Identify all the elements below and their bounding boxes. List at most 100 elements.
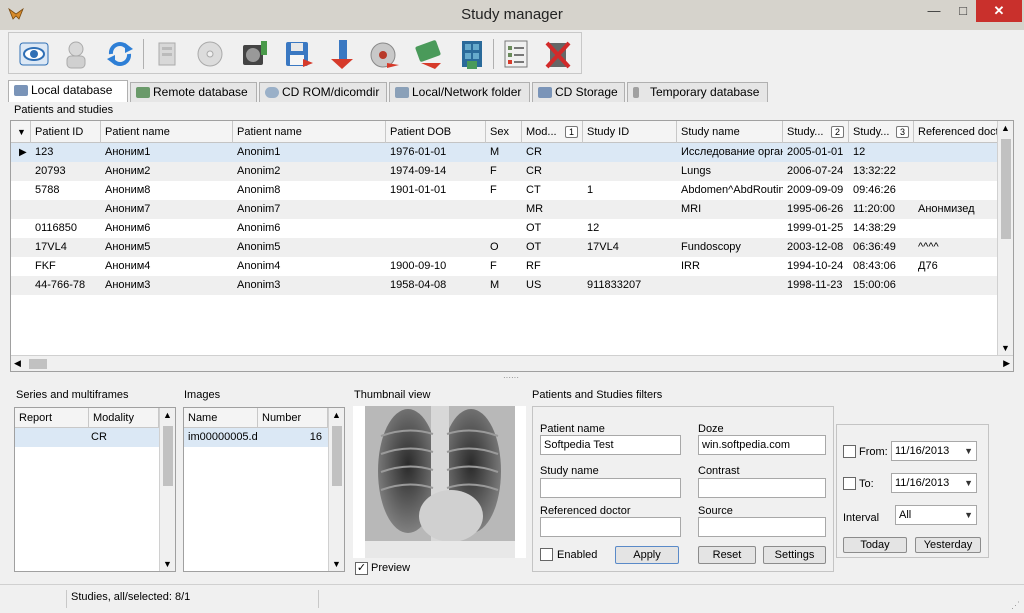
table-row[interactable]: 44-766-78 Аноним3 Anonim3 1958-04-08 M U… (11, 276, 999, 295)
to-checkbox[interactable] (843, 477, 856, 490)
from-date-picker[interactable]: 11/16/2013 ▼ (891, 441, 977, 461)
column-header[interactable]: Sex (486, 121, 522, 143)
scroll-left-icon[interactable]: ◀ (14, 358, 21, 369)
export-cd-button[interactable] (367, 37, 401, 71)
column-header[interactable]: Report (15, 408, 89, 428)
burn-cd-button[interactable] (237, 37, 271, 71)
patient-name-input[interactable]: Softpedia Test (540, 435, 681, 455)
grid-header: ▼ Patient ID Patient name Patient name P… (11, 121, 999, 143)
column-header[interactable]: Modality (89, 408, 159, 428)
contrast-input[interactable] (698, 478, 826, 498)
yesterday-button[interactable]: Yesterday (915, 537, 981, 553)
import-button[interactable] (151, 37, 185, 71)
scroll-down-icon[interactable]: ▼ (163, 559, 172, 569)
date-filter-group: From: 11/16/2013 ▼ To: 11/16/2013 ▼ Interv… (836, 424, 989, 558)
scrollbar-thumb[interactable] (29, 359, 47, 369)
table-cell: Anonim3 (237, 279, 281, 291)
table-cell: CR (526, 146, 542, 158)
minimize-button[interactable]: — (919, 0, 949, 22)
settings-list-button[interactable] (499, 37, 533, 71)
tab-cd-rom[interactable]: CD ROM/dicomdir (259, 82, 387, 102)
cd-button[interactable] (193, 37, 227, 71)
anonymize-button[interactable] (59, 37, 93, 71)
table-cell: MRI (681, 203, 702, 215)
grid-horizontal-scrollbar[interactable]: ◀ ▶ (11, 355, 1013, 371)
database-export-button[interactable] (455, 37, 489, 71)
tab-remote-database[interactable]: Remote database (130, 82, 257, 102)
delete-button[interactable] (541, 37, 575, 71)
patients-section-label: Patients and studies (14, 104, 114, 116)
series-scrollbar[interactable]: ▲ ▼ (159, 408, 175, 571)
preview-checkbox[interactable]: ✓ (355, 562, 368, 575)
scroll-up-icon[interactable]: ▲ (332, 410, 341, 420)
table-row[interactable]: 20793 Аноним2 Anonim2 1974-09-14 F CR Lu… (11, 162, 999, 181)
grid-vertical-scrollbar[interactable]: ▲ ▼ (997, 121, 1013, 355)
interval-select[interactable]: All ▼ (895, 505, 977, 525)
table-cell: 11:20:00 (853, 203, 896, 215)
table-cell: F (490, 260, 497, 272)
today-button[interactable]: Today (843, 537, 907, 553)
column-header[interactable]: Study... 3 (849, 121, 914, 143)
tab-temporary-database[interactable]: Temporary database (627, 82, 768, 102)
thumbnail-view[interactable] (353, 406, 526, 558)
column-header[interactable]: Patient name (101, 121, 233, 143)
column-header[interactable]: Patient DOB (386, 121, 486, 143)
tab-local-database[interactable]: Local database (8, 80, 128, 102)
table-row[interactable]: 17VL4 Аноним5 Anonim5 O OT 17VL4 Fundosc… (11, 238, 999, 257)
export-network-button[interactable] (411, 37, 445, 71)
send-button[interactable] (325, 37, 359, 71)
table-row[interactable]: 0116850 Аноним6 Anonim6 OT 12 1999-01-25… (11, 219, 999, 238)
column-header[interactable]: Number (258, 408, 328, 428)
column-header[interactable]: Referenced doctor (914, 121, 999, 143)
column-header[interactable]: Name (184, 408, 258, 428)
column-header[interactable]: Study name (677, 121, 783, 143)
scroll-down-icon[interactable]: ▼ (1001, 343, 1010, 353)
row-indicator-header[interactable]: ▼ (11, 121, 31, 143)
table-cell: 911833207 (587, 279, 642, 291)
tab-label: Local database (31, 83, 113, 97)
images-section-label: Images (184, 389, 221, 401)
column-header[interactable]: Study... 2 (783, 121, 849, 143)
tab-cd-storage[interactable]: CD Storage (532, 82, 625, 102)
apply-button[interactable]: Apply (615, 546, 679, 564)
doze-input[interactable]: win.softpedia.com (698, 435, 826, 455)
source-input[interactable] (698, 517, 826, 537)
splitter-handle[interactable]: ······ (496, 374, 526, 382)
scroll-up-icon[interactable]: ▲ (163, 410, 172, 420)
reset-button[interactable]: Reset (698, 546, 756, 564)
to-date-picker[interactable]: 11/16/2013 ▼ (891, 473, 977, 493)
column-header[interactable]: Patient ID (31, 121, 101, 143)
table-cell: Anonim7 (237, 203, 281, 215)
settings-button[interactable]: Settings (763, 546, 826, 564)
study-name-input[interactable] (540, 478, 681, 498)
save-button[interactable] (281, 37, 315, 71)
chevron-down-icon: ▼ (964, 510, 973, 520)
list-item[interactable]: im00000005.dc 16 (184, 428, 328, 447)
from-checkbox[interactable] (843, 445, 856, 458)
sort-order-badge: 1 (565, 126, 578, 138)
scrollbar-thumb[interactable] (1001, 139, 1011, 239)
scroll-right-icon[interactable]: ▶ (1003, 358, 1010, 369)
column-header[interactable]: Mod... 1 (522, 121, 583, 143)
close-button[interactable]: ✕ (976, 0, 1022, 22)
resize-grip-icon[interactable]: ⋰ (1011, 600, 1020, 611)
table-row[interactable]: 5788 Аноним8 Anonim8 1901-01-01 F CT 1 A… (11, 181, 999, 200)
list-item[interactable]: CR (15, 428, 159, 447)
scroll-up-icon[interactable]: ▲ (1001, 123, 1010, 133)
column-label: Study... (787, 126, 824, 138)
tab-local-network-folder[interactable]: Local/Network folder (389, 82, 530, 102)
enabled-checkbox[interactable] (540, 548, 553, 561)
view-button[interactable] (17, 37, 51, 71)
scrollbar-thumb[interactable] (163, 426, 173, 486)
column-header[interactable]: Study ID (583, 121, 677, 143)
column-header[interactable]: Patient name (233, 121, 386, 143)
table-row[interactable]: Аноним7 Anonim7 MR MRI 1995-06-26 11:20:… (11, 200, 999, 219)
scrollbar-thumb[interactable] (332, 426, 342, 486)
maximize-button[interactable]: □ (948, 0, 978, 22)
refresh-button[interactable] (103, 37, 137, 71)
table-row[interactable]: FKF Аноним4 Anonim4 1900-09-10 F RF IRR … (11, 257, 999, 276)
referenced-doctor-input[interactable] (540, 517, 681, 537)
images-scrollbar[interactable]: ▲ ▼ (328, 408, 344, 571)
table-row[interactable]: ▶ 123 Аноним1 Anonim1 1976-01-01 M CR Ис… (11, 143, 999, 162)
scroll-down-icon[interactable]: ▼ (332, 559, 341, 569)
